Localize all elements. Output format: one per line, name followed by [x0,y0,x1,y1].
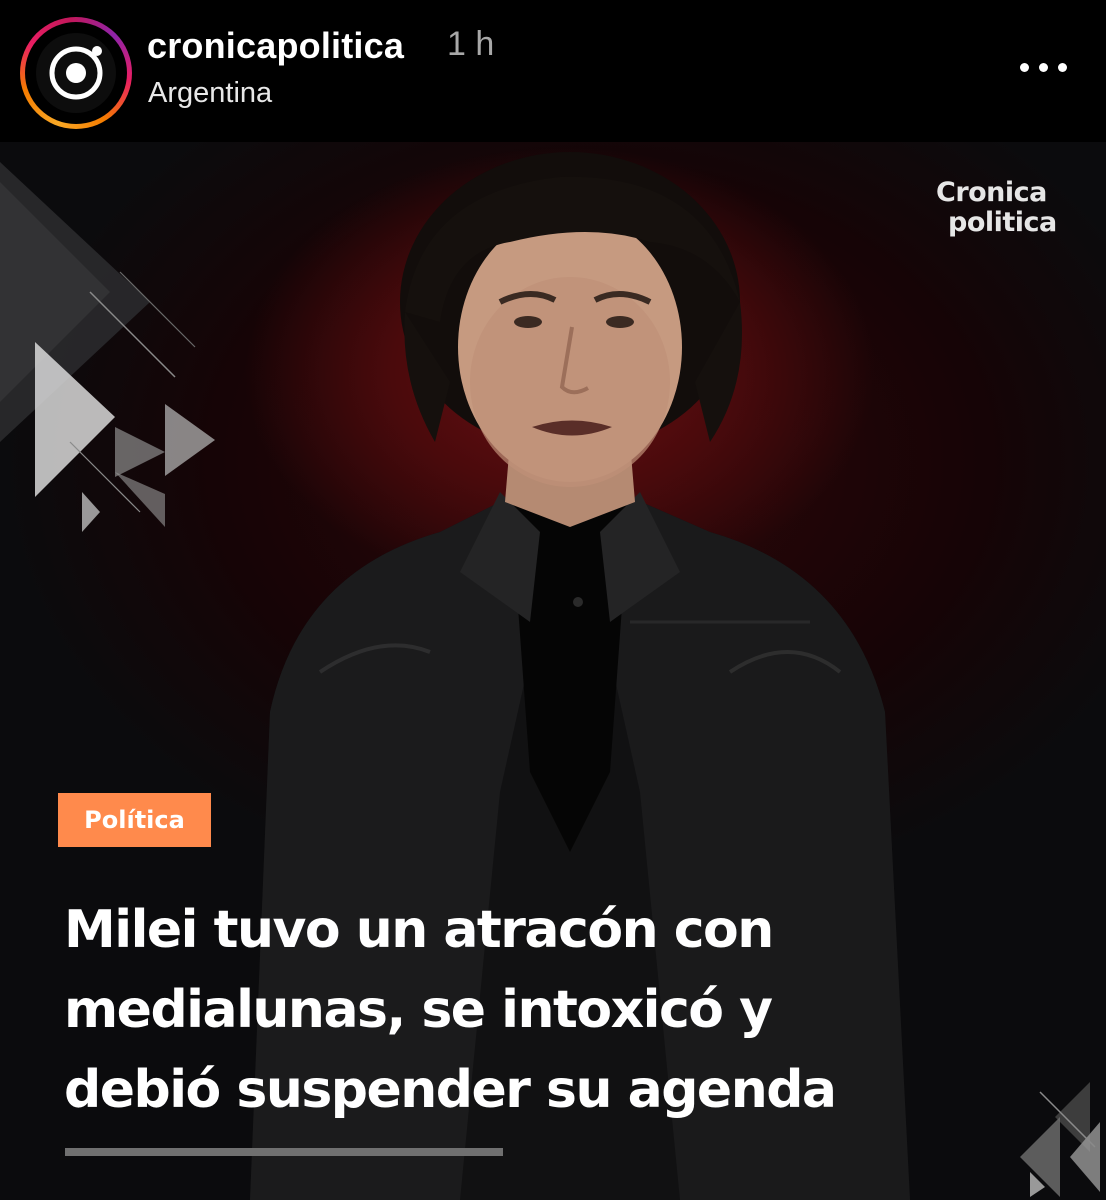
location-link[interactable]: Argentina [148,77,272,110]
brand-line-2: politica [948,207,1057,238]
brand-line-1: Cronica [936,177,1047,208]
category-badge: Política [58,793,211,847]
post-image[interactable]: Cronica politica Política Milei tuvo un … [0,142,1106,1200]
avatar-ring-gap [25,22,127,124]
cronicapolitica-logo-icon [35,32,117,114]
post-timestamp: 1 h [447,25,495,63]
more-options-button[interactable] [1015,55,1071,81]
more-dot [1039,63,1048,72]
headline-line-2: medialunas, se intoxicó y [64,980,773,1040]
more-dot [1058,63,1067,72]
more-horizontal-icon [1020,63,1029,72]
headline-line-3: debió suspender su agenda [64,1060,837,1120]
username-link[interactable]: cronicapolitica [147,25,404,67]
post-header: cronicapolitica 1 h Argentina [0,0,1106,142]
headline-line-1: Milei tuvo un atracón con [64,900,774,960]
headline: Milei tuvo un atracón con medialunas, se… [64,890,1064,1130]
brand-watermark: Cronica politica [936,178,1066,238]
headline-underline [65,1148,503,1156]
avatar[interactable] [20,17,132,129]
